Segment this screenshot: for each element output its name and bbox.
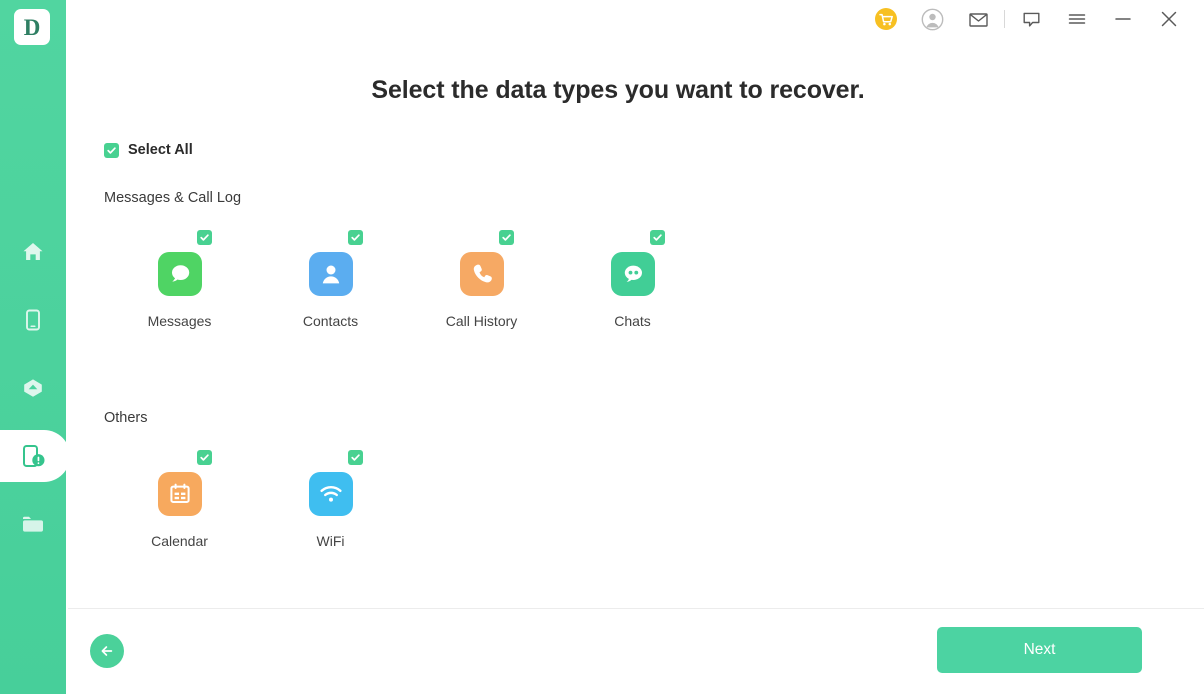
group-others: Others Calendar WiFi: [104, 410, 406, 549]
chats-icon: [610, 252, 655, 296]
phone-icon: [20, 307, 46, 333]
tile-label: Call History: [445, 313, 518, 329]
wifi-icon: [308, 472, 353, 516]
app-logo-letter: D: [23, 14, 41, 40]
messages-icon: [157, 252, 202, 296]
tile-grid: Calendar WiFi: [104, 450, 406, 549]
minimize-icon[interactable]: [1100, 0, 1146, 38]
sidebar-item-recovery[interactable]: [0, 422, 70, 490]
next-button[interactable]: Next: [937, 627, 1142, 673]
account-icon[interactable]: [909, 0, 955, 38]
tile-label: Contacts: [302, 313, 359, 329]
footer-divider: [68, 608, 1204, 609]
group-messages-call-log: Messages & Call Log Messages Contacts Ca…: [104, 190, 708, 329]
tile-messages[interactable]: Messages: [104, 230, 255, 329]
sidebar: D: [0, 0, 70, 694]
close-icon[interactable]: [1146, 0, 1192, 38]
tile-label: Chats: [614, 313, 651, 329]
sidebar-nav: [0, 218, 70, 558]
feedback-icon[interactable]: [1008, 0, 1054, 38]
select-all-label: Select All: [128, 142, 193, 158]
tile-checkbox[interactable]: [650, 230, 665, 245]
call-history-icon: [459, 252, 504, 296]
app-window: D Select the data types you want to reco…: [0, 0, 1204, 694]
titlebar-divider: [1004, 10, 1005, 28]
group-label: Messages & Call Log: [104, 190, 242, 206]
tile-checkbox[interactable]: [348, 450, 363, 465]
tile-grid: Messages Contacts Call History Chats: [104, 230, 708, 329]
cart-icon[interactable]: [863, 0, 909, 38]
tile-label: WiFi: [316, 533, 345, 549]
calendar-icon: [157, 472, 202, 516]
menu-icon[interactable]: [1054, 0, 1100, 38]
sidebar-item-cloud[interactable]: [0, 354, 66, 422]
tile-call-history[interactable]: Call History: [406, 230, 557, 329]
folder-icon: [20, 511, 46, 537]
tile-chats[interactable]: Chats: [557, 230, 708, 329]
sidebar-item-files[interactable]: [0, 490, 66, 558]
window-titlebar: [863, 0, 1204, 38]
select-all-row[interactable]: Select All: [104, 142, 193, 158]
tile-contacts[interactable]: Contacts: [255, 230, 406, 329]
contacts-icon: [308, 252, 353, 296]
main-content: Select the data types you want to recove…: [66, 0, 1204, 694]
tile-calendar[interactable]: Calendar: [104, 450, 255, 549]
sidebar-item-device[interactable]: [0, 286, 66, 354]
device-recovery-icon: [19, 442, 47, 470]
sidebar-item-home[interactable]: [0, 218, 66, 286]
tile-checkbox[interactable]: [499, 230, 514, 245]
page-title: Select the data types you want to recove…: [371, 76, 865, 104]
mail-icon[interactable]: [955, 0, 1001, 38]
back-button[interactable]: [90, 634, 124, 668]
select-all-checkbox[interactable]: [104, 142, 119, 158]
tile-label: Messages: [147, 313, 212, 329]
cloud-icon: [20, 375, 46, 401]
app-logo: D: [14, 9, 50, 45]
tile-checkbox[interactable]: [197, 230, 212, 245]
tile-wifi[interactable]: WiFi: [255, 450, 406, 549]
home-icon: [20, 239, 46, 265]
tile-checkbox[interactable]: [197, 450, 212, 465]
tile-checkbox[interactable]: [348, 230, 363, 245]
tile-label: Calendar: [151, 533, 208, 549]
group-label: Others: [104, 410, 148, 426]
